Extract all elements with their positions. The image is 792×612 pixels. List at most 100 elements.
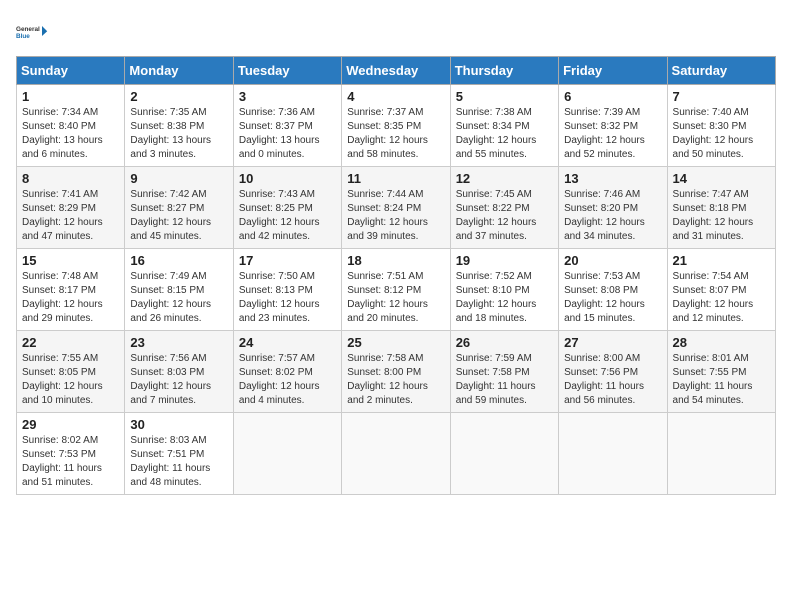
calendar-cell: 30 Sunrise: 8:03 AMSunset: 7:51 PMDayligh…: [125, 413, 233, 495]
calendar-week-4: 22 Sunrise: 7:55 AMSunset: 8:05 PMDayligh…: [17, 331, 776, 413]
day-info: Sunrise: 7:36 AMSunset: 8:37 PMDaylight:…: [239, 106, 336, 162]
weekday-header-saturday: Saturday: [667, 57, 775, 85]
calendar-cell: [233, 413, 341, 495]
calendar-cell: 16Sunrise: 7:49 AMSunset: 8:15 PMDayligh…: [125, 249, 233, 331]
day-info: Sunrise: 7:54 AMSunset: 8:07 PMDaylight:…: [673, 270, 770, 326]
day-number: 10: [239, 171, 336, 186]
calendar-cell: 19 Sunrise: 7:52 AMSunset: 8:10 PMDayligh…: [450, 249, 558, 331]
day-number: 30: [130, 417, 227, 432]
calendar-cell: 3 Sunrise: 7:36 AMSunset: 8:37 PMDaylight…: [233, 85, 341, 167]
day-number: 4: [347, 89, 444, 104]
day-number: 5: [456, 89, 553, 104]
calendar-week-2: 8 Sunrise: 7:41 AMSunset: 8:29 PMDaylight…: [17, 167, 776, 249]
day-info: Sunrise: 8:02 AMSunset: 7:53 PMDaylight:…: [22, 434, 119, 490]
day-number: 8: [22, 171, 119, 186]
day-info: Sunrise: 7:59 AMSunset: 7:58 PMDaylight:…: [456, 352, 553, 408]
calendar-cell: 5Sunrise: 7:38 AMSunset: 8:34 PMDaylight…: [450, 85, 558, 167]
svg-text:Blue: Blue: [16, 33, 30, 40]
weekday-header-wednesday: Wednesday: [342, 57, 450, 85]
day-info: Sunrise: 7:55 AMSunset: 8:05 PMDaylight:…: [22, 352, 119, 408]
day-info: Sunrise: 7:53 AMSunset: 8:08 PMDaylight:…: [564, 270, 661, 326]
calendar-cell: 22 Sunrise: 7:55 AMSunset: 8:05 PMDayligh…: [17, 331, 125, 413]
weekday-header-row: SundayMondayTuesdayWednesdayThursdayFrid…: [17, 57, 776, 85]
day-info: Sunrise: 8:01 AMSunset: 7:55 PMDaylight:…: [673, 352, 770, 408]
day-number: 28: [673, 335, 770, 350]
calendar-cell: 1 Sunrise: 7:34 AMSunset: 8:40 PMDaylight…: [17, 85, 125, 167]
day-number: 21: [673, 253, 770, 268]
day-info: Sunrise: 7:52 AMSunset: 8:10 PMDaylight:…: [456, 270, 553, 326]
calendar-cell: 2 Sunrise: 7:35 AMSunset: 8:38 PMDaylight…: [125, 85, 233, 167]
calendar-cell: 13 Sunrise: 7:46 AMSunset: 8:20 PMDayligh…: [559, 167, 667, 249]
day-number: 3: [239, 89, 336, 104]
weekday-header-thursday: Thursday: [450, 57, 558, 85]
calendar-week-1: 1 Sunrise: 7:34 AMSunset: 8:40 PMDaylight…: [17, 85, 776, 167]
calendar-cell: 9Sunrise: 7:42 AMSunset: 8:27 PMDaylight…: [125, 167, 233, 249]
day-number: 29: [22, 417, 119, 432]
day-info: Sunrise: 7:37 AMSunset: 8:35 PMDaylight:…: [347, 106, 444, 162]
day-info: Sunrise: 7:39 AMSunset: 8:32 PMDaylight:…: [564, 106, 661, 162]
weekday-header-friday: Friday: [559, 57, 667, 85]
calendar-cell: 17Sunrise: 7:50 AMSunset: 8:13 PMDayligh…: [233, 249, 341, 331]
day-info: Sunrise: 7:45 AMSunset: 8:22 PMDaylight:…: [456, 188, 553, 244]
day-info: Sunrise: 7:40 AMSunset: 8:30 PMDaylight:…: [673, 106, 770, 162]
day-info: Sunrise: 8:03 AMSunset: 7:51 PMDaylight:…: [130, 434, 227, 490]
calendar-cell: 11 Sunrise: 7:44 AMSunset: 8:24 PMDayligh…: [342, 167, 450, 249]
calendar-cell: [559, 413, 667, 495]
calendar-cell: [667, 413, 775, 495]
day-info: Sunrise: 7:51 AMSunset: 8:12 PMDaylight:…: [347, 270, 444, 326]
day-info: Sunrise: 7:49 AMSunset: 8:15 PMDaylight:…: [130, 270, 227, 326]
day-number: 17: [239, 253, 336, 268]
day-info: Sunrise: 7:44 AMSunset: 8:24 PMDaylight:…: [347, 188, 444, 244]
calendar-cell: 6Sunrise: 7:39 AMSunset: 8:32 PMDaylight…: [559, 85, 667, 167]
calendar-cell: 23Sunrise: 7:56 AMSunset: 8:03 PMDayligh…: [125, 331, 233, 413]
day-info: Sunrise: 7:42 AMSunset: 8:27 PMDaylight:…: [130, 188, 227, 244]
day-number: 1: [22, 89, 119, 104]
calendar-cell: 21 Sunrise: 7:54 AMSunset: 8:07 PMDayligh…: [667, 249, 775, 331]
day-number: 24: [239, 335, 336, 350]
day-number: 27: [564, 335, 661, 350]
weekday-header-monday: Monday: [125, 57, 233, 85]
day-number: 20: [564, 253, 661, 268]
day-number: 18: [347, 253, 444, 268]
calendar-cell: [450, 413, 558, 495]
svg-text:General: General: [16, 26, 40, 33]
calendar-cell: [342, 413, 450, 495]
logo: GeneralBlue: [16, 16, 48, 48]
calendar-cell: 25Sunrise: 7:58 AMSunset: 8:00 PMDayligh…: [342, 331, 450, 413]
logo-icon: GeneralBlue: [16, 16, 48, 48]
calendar-cell: 14 Sunrise: 7:47 AMSunset: 8:18 PMDayligh…: [667, 167, 775, 249]
day-number: 22: [22, 335, 119, 350]
day-number: 23: [130, 335, 227, 350]
day-info: Sunrise: 8:00 AMSunset: 7:56 PMDaylight:…: [564, 352, 661, 408]
calendar-cell: 4 Sunrise: 7:37 AMSunset: 8:35 PMDaylight…: [342, 85, 450, 167]
weekday-header-tuesday: Tuesday: [233, 57, 341, 85]
day-number: 7: [673, 89, 770, 104]
day-number: 19: [456, 253, 553, 268]
calendar-cell: 7 Sunrise: 7:40 AMSunset: 8:30 PMDaylight…: [667, 85, 775, 167]
day-info: Sunrise: 7:47 AMSunset: 8:18 PMDaylight:…: [673, 188, 770, 244]
weekday-header-sunday: Sunday: [17, 57, 125, 85]
day-number: 15: [22, 253, 119, 268]
day-number: 13: [564, 171, 661, 186]
calendar-cell: 15Sunrise: 7:48 AMSunset: 8:17 PMDayligh…: [17, 249, 125, 331]
calendar-cell: 26Sunrise: 7:59 AMSunset: 7:58 PMDayligh…: [450, 331, 558, 413]
calendar-cell: 10 Sunrise: 7:43 AMSunset: 8:25 PMDayligh…: [233, 167, 341, 249]
day-number: 2: [130, 89, 227, 104]
calendar-week-5: 29 Sunrise: 8:02 AMSunset: 7:53 PMDayligh…: [17, 413, 776, 495]
calendar-cell: 18 Sunrise: 7:51 AMSunset: 8:12 PMDayligh…: [342, 249, 450, 331]
calendar-cell: 28 Sunrise: 8:01 AMSunset: 7:55 PMDayligh…: [667, 331, 775, 413]
day-number: 14: [673, 171, 770, 186]
calendar-cell: 20 Sunrise: 7:53 AMSunset: 8:08 PMDayligh…: [559, 249, 667, 331]
day-number: 11: [347, 171, 444, 186]
day-info: Sunrise: 7:46 AMSunset: 8:20 PMDaylight:…: [564, 188, 661, 244]
day-info: Sunrise: 7:57 AMSunset: 8:02 PMDaylight:…: [239, 352, 336, 408]
page-header: GeneralBlue: [16, 16, 776, 48]
day-info: Sunrise: 7:41 AMSunset: 8:29 PMDaylight:…: [22, 188, 119, 244]
calendar-cell: 29 Sunrise: 8:02 AMSunset: 7:53 PMDayligh…: [17, 413, 125, 495]
day-info: Sunrise: 7:43 AMSunset: 8:25 PMDaylight:…: [239, 188, 336, 244]
day-info: Sunrise: 7:34 AMSunset: 8:40 PMDaylight:…: [22, 106, 119, 162]
calendar-cell: 12Sunrise: 7:45 AMSunset: 8:22 PMDayligh…: [450, 167, 558, 249]
calendar-cell: 27 Sunrise: 8:00 AMSunset: 7:56 PMDayligh…: [559, 331, 667, 413]
day-info: Sunrise: 7:35 AMSunset: 8:38 PMDaylight:…: [130, 106, 227, 162]
day-number: 25: [347, 335, 444, 350]
